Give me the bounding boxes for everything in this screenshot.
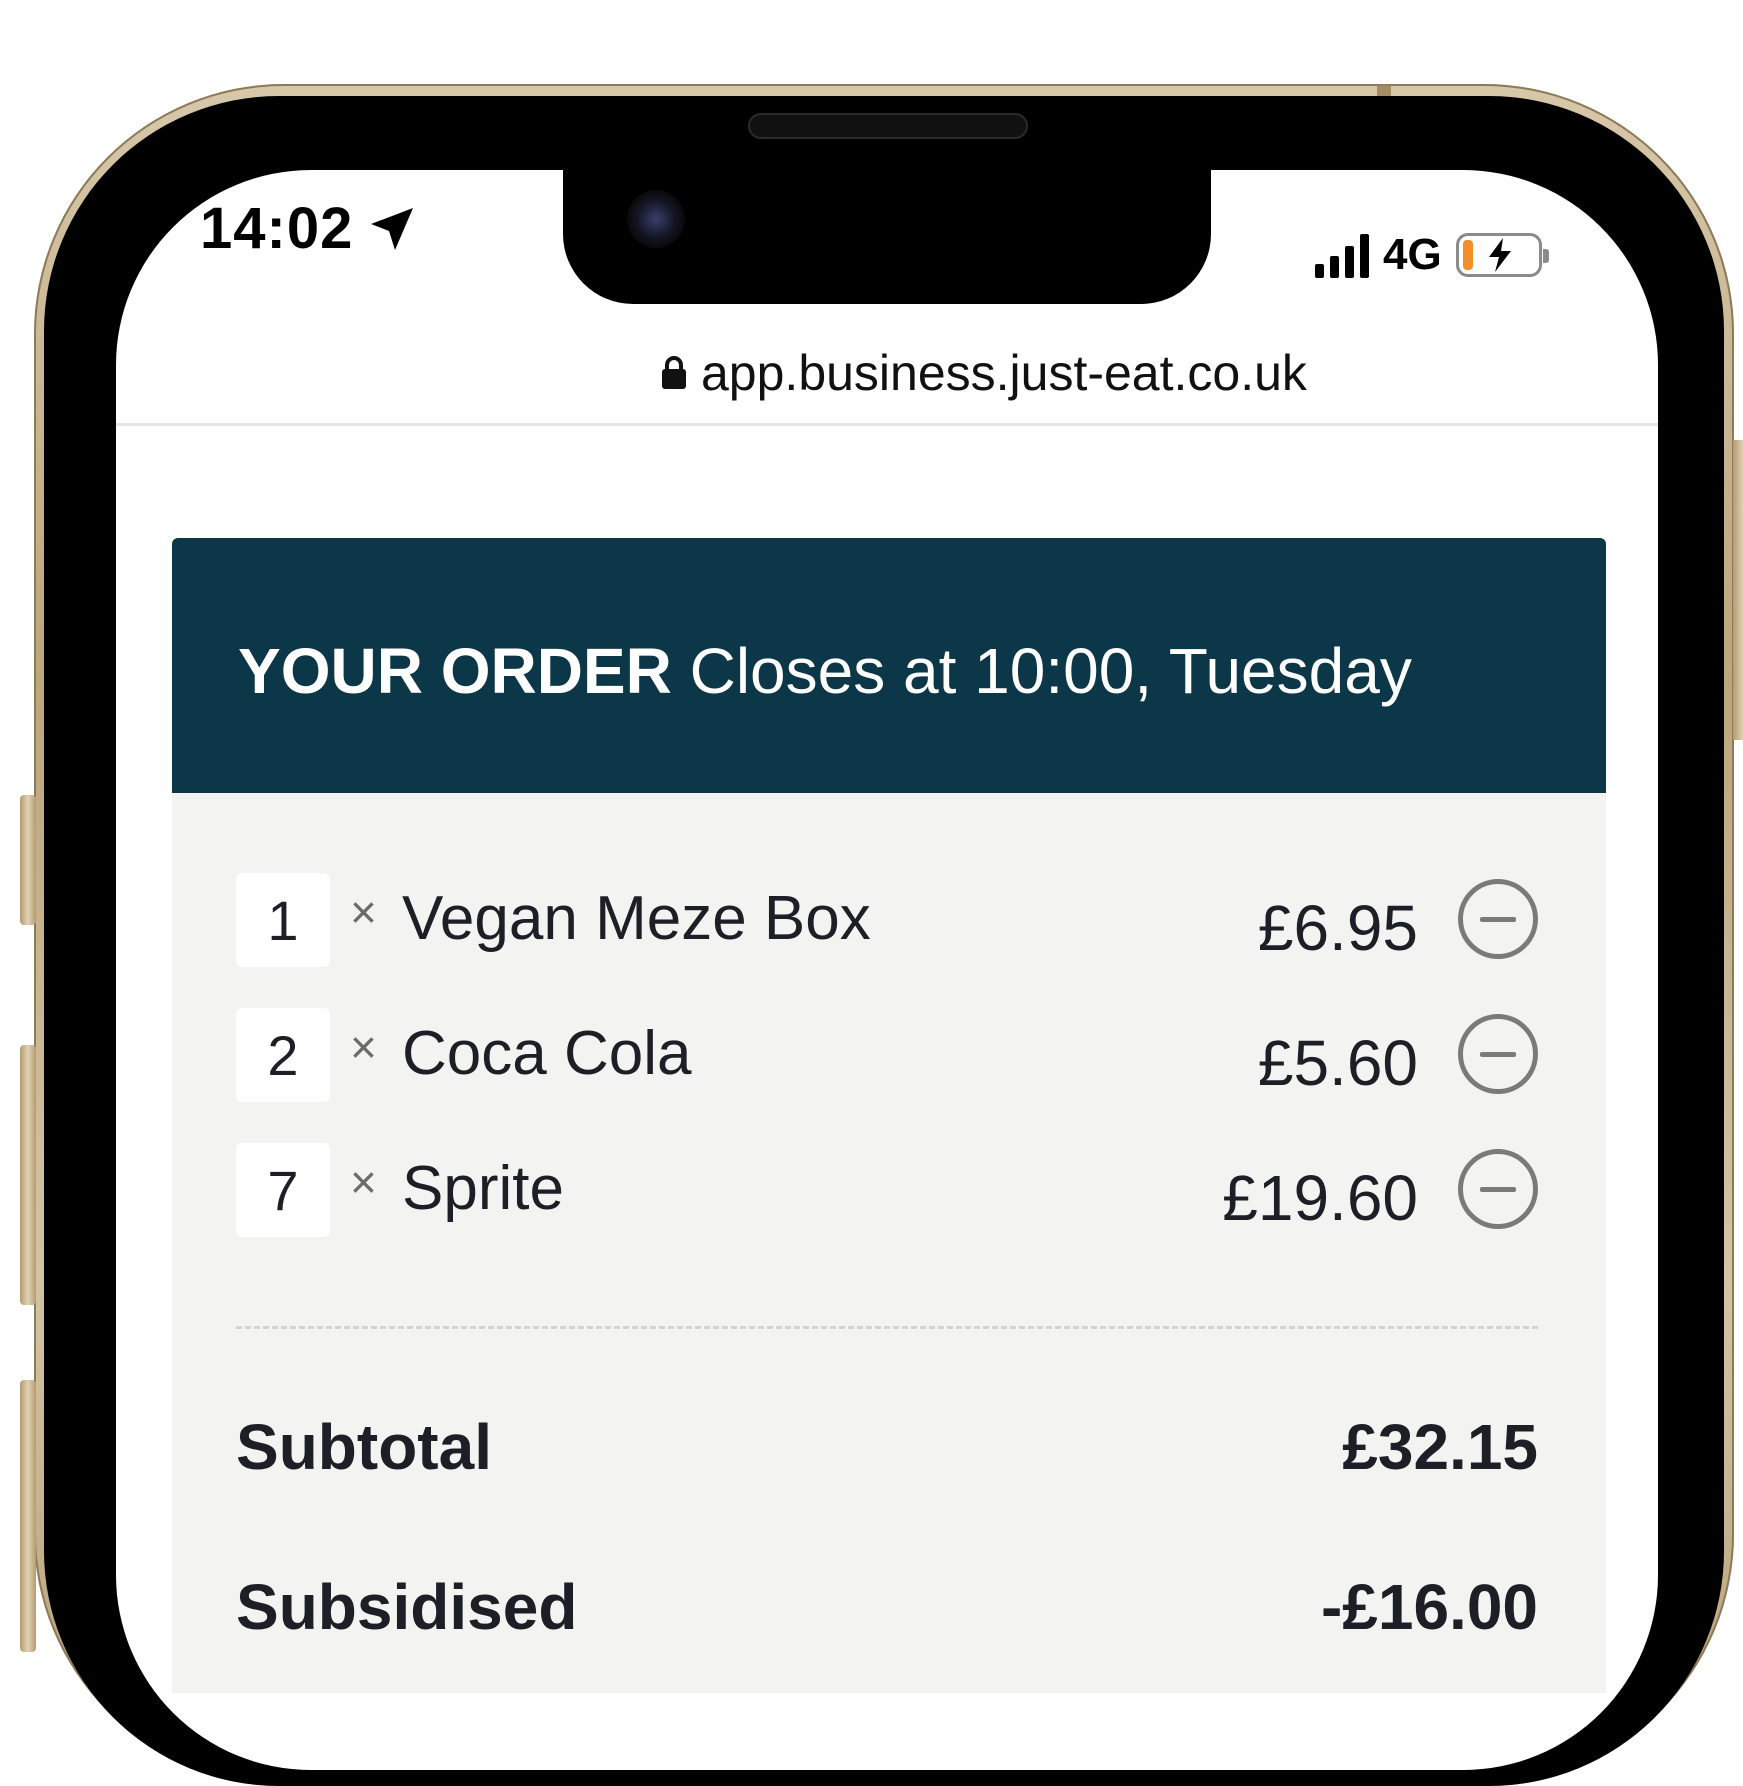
dashed-divider — [236, 1326, 1538, 1329]
order-item: 1 × Vegan Meze Box £6.95 — [236, 873, 1538, 967]
status-time-text: 14:02 — [200, 196, 354, 261]
power-button — [1733, 440, 1743, 740]
multiply-sign: × — [350, 1156, 377, 1208]
url-text[interactable]: app.business.just-eat.co.uk — [701, 344, 1307, 402]
multiply-sign: × — [350, 1021, 377, 1073]
volume-up-button — [20, 1045, 36, 1305]
battery-charging-icon — [1455, 233, 1549, 277]
front-camera — [627, 190, 685, 248]
cellular-signal-icon — [1315, 232, 1369, 278]
item-name: Sprite — [402, 1154, 564, 1223]
network-type: 4G — [1383, 230, 1442, 279]
item-price: £5.60 — [1257, 1027, 1418, 1099]
item-name: Vegan Meze Box — [402, 884, 871, 953]
quantity-box[interactable]: 7 — [236, 1143, 330, 1237]
volume-down-button — [20, 1380, 36, 1652]
status-indicators: 4G — [1315, 230, 1549, 280]
order-header: YOUR ORDER Closes at 10:00, Tuesday — [172, 538, 1606, 793]
subtotal-value: £32.15 — [1342, 1411, 1538, 1483]
charging-bolt-icon — [1488, 238, 1511, 272]
remove-item-button[interactable] — [1458, 879, 1538, 959]
order-header-text: YOUR ORDER Closes at 10:00, Tuesday — [238, 634, 1412, 708]
url-display[interactable]: app.business.just-eat.co.uk — [661, 344, 1307, 402]
subsidised-value: -£16.00 — [1320, 1571, 1538, 1643]
item-name: Coca Cola — [402, 1019, 692, 1088]
order-item: 7 × Sprite £19.60 — [236, 1143, 1538, 1237]
order-closing-time: Closes at 10:00, Tuesday — [689, 635, 1412, 707]
subsidised-row: Subsidised -£16.00 — [236, 1570, 1538, 1650]
earpiece-speaker — [748, 113, 1028, 139]
lock-icon — [662, 356, 686, 389]
subsidised-label: Subsidised — [236, 1571, 578, 1643]
subtotal-label: Subtotal — [236, 1411, 492, 1483]
location-arrow-icon — [371, 207, 414, 250]
status-time: 14:02 — [200, 195, 417, 262]
order-item: 2 × Coca Cola £5.60 — [236, 1008, 1538, 1102]
battery-level — [1462, 240, 1473, 270]
item-price: £19.60 — [1222, 1162, 1418, 1234]
browser-address-bar[interactable]: app.business.just-eat.co.uk — [116, 330, 1658, 426]
order-items-panel: 1 × Vegan Meze Box £6.95 2 × Coca Cola £… — [172, 793, 1606, 1693]
mute-switch — [20, 795, 36, 925]
item-price: £6.95 — [1257, 892, 1418, 964]
remove-item-button[interactable] — [1458, 1149, 1538, 1229]
multiply-sign: × — [350, 886, 377, 938]
order-title: YOUR ORDER — [238, 635, 672, 707]
remove-item-button[interactable] — [1458, 1014, 1538, 1094]
quantity-box[interactable]: 2 — [236, 1008, 330, 1102]
quantity-box[interactable]: 1 — [236, 873, 330, 967]
subtotal-row: Subtotal £32.15 — [236, 1410, 1538, 1490]
